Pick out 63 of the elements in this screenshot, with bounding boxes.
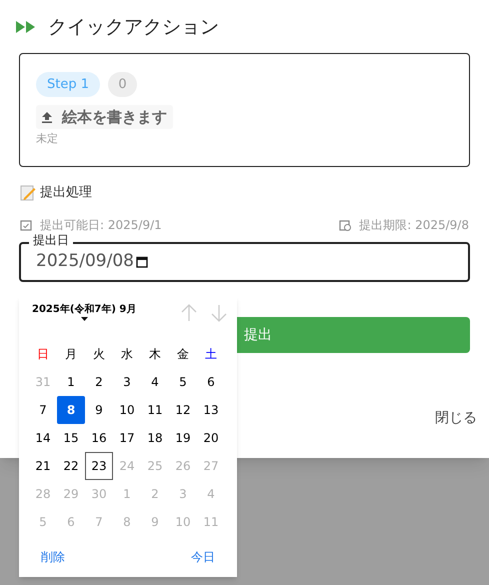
calendar-day: 25 bbox=[141, 452, 169, 480]
date-value: 2025/09/08 bbox=[36, 250, 134, 274]
calendar-day: 2 bbox=[141, 480, 169, 508]
calendar-day[interactable]: 2 bbox=[85, 368, 113, 396]
available-date: 提出可能日: 2025/9/1 bbox=[40, 217, 162, 234]
calendar-day[interactable]: 20 bbox=[197, 424, 225, 452]
calendar-day[interactable]: 12 bbox=[169, 396, 197, 424]
calendar-check-icon bbox=[20, 219, 32, 231]
calendar-day[interactable]: 3 bbox=[113, 368, 141, 396]
calendar-day[interactable]: 5 bbox=[169, 368, 197, 396]
today-button[interactable]: 今日 bbox=[191, 548, 215, 566]
calendar-day[interactable]: 13 bbox=[197, 396, 225, 424]
memo-pencil-icon bbox=[20, 185, 36, 201]
calendar-day: 29 bbox=[57, 480, 85, 508]
task-status: 未定 bbox=[36, 130, 59, 146]
step-badge: Step 1 bbox=[36, 72, 100, 97]
calendar-day[interactable]: 7 bbox=[29, 396, 57, 424]
calendar-day: 9 bbox=[141, 508, 169, 536]
calendar-day: 11 bbox=[197, 508, 225, 536]
calendar-day: 28 bbox=[29, 480, 57, 508]
upload-icon bbox=[42, 112, 52, 122]
calendar-day[interactable]: 4 bbox=[141, 368, 169, 396]
close-button[interactable]: 閉じる bbox=[435, 408, 477, 429]
calendar-day[interactable]: 16 bbox=[85, 424, 113, 452]
fast-forward-icon bbox=[16, 21, 36, 33]
calendar-day[interactable]: 1 bbox=[57, 368, 85, 396]
calendar-day[interactable]: 18 bbox=[141, 424, 169, 452]
deadline-date: 提出期限: 2025/9/8 bbox=[359, 217, 469, 234]
calendar-day[interactable]: 9 bbox=[85, 396, 113, 424]
clear-button[interactable]: 削除 bbox=[41, 548, 65, 566]
calendar-day: 6 bbox=[57, 508, 85, 536]
calendar-day: 3 bbox=[169, 480, 197, 508]
month-title: 2025年(令和7年) 9月 bbox=[32, 302, 136, 317]
task-title: 絵本を書きます bbox=[62, 106, 167, 128]
calendar-day[interactable]: 21 bbox=[29, 452, 57, 480]
calendar-day[interactable]: 14 bbox=[29, 424, 57, 452]
calendar-day: 1 bbox=[113, 480, 141, 508]
calendar-day: 7 bbox=[85, 508, 113, 536]
section-title: 提出処理 bbox=[40, 184, 92, 202]
field-label: 提出日 bbox=[29, 233, 73, 247]
calendar-day[interactable]: 19 bbox=[169, 424, 197, 452]
calendar-day[interactable]: 23 bbox=[85, 452, 113, 480]
calendar-day[interactable]: 8 bbox=[57, 396, 85, 424]
calendar-day: 24 bbox=[113, 452, 141, 480]
dropdown-caret-icon[interactable] bbox=[80, 317, 88, 321]
count-badge: 0 bbox=[108, 72, 138, 97]
calendar-day: 26 bbox=[169, 452, 197, 480]
calendar-clock-icon bbox=[339, 219, 352, 231]
calendar-day: 30 bbox=[85, 480, 113, 508]
calendar-day: 5 bbox=[29, 508, 57, 536]
calendar-day: 4 bbox=[197, 480, 225, 508]
calendar-day[interactable]: 6 bbox=[197, 368, 225, 396]
calendar-day: 31 bbox=[29, 368, 57, 396]
calendar-day[interactable]: 15 bbox=[57, 424, 85, 452]
calendar-day[interactable]: 11 bbox=[141, 396, 169, 424]
calendar-day[interactable]: 10 bbox=[113, 396, 141, 424]
calendar-day[interactable]: 22 bbox=[57, 452, 85, 480]
panel-title: クイックアクション bbox=[48, 14, 219, 40]
calendar-icon[interactable] bbox=[136, 256, 148, 268]
calendar-day[interactable]: 17 bbox=[113, 424, 141, 452]
calendar-day: 10 bbox=[169, 508, 197, 536]
calendar-day: 8 bbox=[113, 508, 141, 536]
calendar-day: 27 bbox=[197, 452, 225, 480]
